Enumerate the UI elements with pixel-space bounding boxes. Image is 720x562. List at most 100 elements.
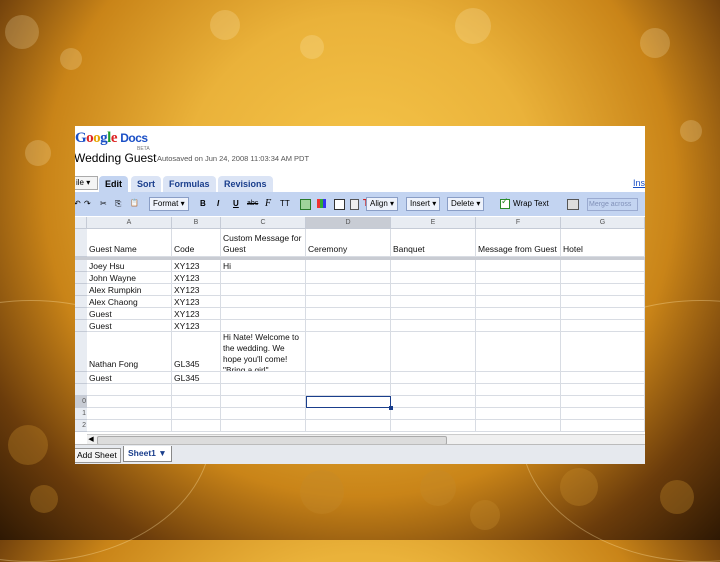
delete-dropdown[interactable]: Delete ▾ (447, 197, 485, 211)
font-icon[interactable]: F (265, 197, 271, 210)
copy-icon[interactable]: ⎘ (115, 197, 121, 210)
table-cell[interactable] (221, 372, 306, 384)
table-cell[interactable] (172, 420, 221, 432)
table-cell[interactable] (476, 320, 561, 332)
table-cell[interactable] (391, 296, 476, 308)
table-cell[interactable] (561, 260, 645, 272)
table-cell[interactable] (561, 396, 645, 408)
table-cell[interactable] (391, 396, 476, 408)
header-cell[interactable]: Guest Name (87, 229, 172, 257)
file-menu-button[interactable]: ile ▾ (75, 176, 98, 190)
table-cell[interactable] (87, 420, 172, 432)
table-cell[interactable] (221, 296, 306, 308)
row-number[interactable] (75, 296, 87, 308)
table-cell[interactable]: John Wayne (87, 272, 172, 284)
table-cell[interactable] (561, 284, 645, 296)
header-cell[interactable]: Message from Guest (476, 229, 561, 257)
column-header-g[interactable]: G (561, 217, 645, 229)
header-cell[interactable]: Banquet (391, 229, 476, 257)
table-cell[interactable] (306, 372, 391, 384)
table-cell[interactable] (221, 320, 306, 332)
table-cell[interactable]: Hi (221, 260, 306, 272)
table-cell[interactable] (476, 420, 561, 432)
table-cell[interactable] (221, 420, 306, 432)
row-number[interactable] (75, 384, 87, 396)
row-number[interactable] (75, 372, 87, 384)
table-cell[interactable]: Guest (87, 320, 172, 332)
table-cell[interactable] (306, 296, 391, 308)
table-cell[interactable]: Hi Nate! Welcome to the wedding. We hope… (221, 332, 306, 372)
table-cell[interactable] (391, 332, 476, 372)
table-cell[interactable]: XY123 (172, 272, 221, 284)
document-title[interactable]: Wedding Guest (75, 151, 157, 165)
grid-corner[interactable] (75, 217, 87, 229)
table-cell[interactable] (561, 308, 645, 320)
wrap-text-checkbox[interactable]: ✓ (500, 196, 510, 209)
row-number[interactable] (75, 284, 87, 296)
table-cell[interactable] (306, 420, 391, 432)
table-cell[interactable] (391, 284, 476, 296)
fill-color-icon[interactable] (317, 199, 326, 208)
table-cell[interactable]: GL345 (172, 332, 221, 372)
table-cell[interactable] (172, 384, 221, 396)
table-cell[interactable] (476, 260, 561, 272)
row-number[interactable] (75, 308, 87, 320)
column-header-f[interactable]: F (476, 217, 561, 229)
table-cell[interactable] (221, 408, 306, 420)
table-cell[interactable] (391, 260, 476, 272)
row-number[interactable]: 2 (75, 420, 87, 432)
table-cell[interactable] (476, 408, 561, 420)
table-cell[interactable]: Joey Hsu (87, 260, 172, 272)
table-cell[interactable] (172, 396, 221, 408)
column-header-c[interactable]: C (221, 217, 306, 229)
table-cell[interactable] (561, 372, 645, 384)
tab-edit[interactable]: Edit (99, 176, 128, 193)
table-cell[interactable] (561, 408, 645, 420)
add-sheet-button[interactable]: Add Sheet (75, 448, 121, 463)
format-dropdown[interactable]: Format ▾ (149, 197, 189, 211)
table-cell[interactable] (561, 272, 645, 284)
table-cell[interactable] (561, 420, 645, 432)
undo-icon[interactable]: ↶ (75, 197, 81, 210)
table-cell[interactable] (476, 332, 561, 372)
header-cell[interactable]: Ceremony (306, 229, 391, 257)
table-cell[interactable]: XY123 (172, 320, 221, 332)
cell-insert-icon[interactable] (350, 199, 359, 210)
table-cell[interactable] (221, 384, 306, 396)
insert-link[interactable]: Ins (633, 178, 645, 188)
merge-across-button[interactable]: Merge across (587, 198, 638, 211)
table-cell[interactable] (306, 272, 391, 284)
table-cell[interactable] (476, 384, 561, 396)
table-cell[interactable] (221, 284, 306, 296)
table-cell[interactable] (391, 272, 476, 284)
table-cell[interactable] (561, 384, 645, 396)
text-color-icon[interactable] (300, 199, 311, 210)
table-cell[interactable] (561, 320, 645, 332)
table-cell[interactable] (391, 372, 476, 384)
table-cell[interactable] (391, 320, 476, 332)
strikethrough-icon[interactable]: abc (247, 197, 258, 210)
table-cell[interactable] (306, 284, 391, 296)
table-cell[interactable] (306, 408, 391, 420)
table-cell[interactable] (476, 284, 561, 296)
table-cell[interactable] (561, 332, 645, 372)
header-cell[interactable]: Hotel (561, 229, 645, 257)
table-cell[interactable]: Nathan Fong (87, 332, 172, 372)
cut-icon[interactable]: ✂ (100, 197, 107, 210)
italic-icon[interactable]: I (217, 197, 219, 210)
column-header-d[interactable]: D (306, 217, 391, 229)
table-cell[interactable] (476, 308, 561, 320)
column-header-b[interactable]: B (172, 217, 221, 229)
table-cell[interactable] (306, 384, 391, 396)
table-cell[interactable] (306, 332, 391, 372)
paste-icon[interactable]: 📋 (130, 197, 139, 210)
table-cell[interactable] (391, 384, 476, 396)
bold-icon[interactable]: B (200, 197, 206, 210)
table-cell[interactable] (391, 308, 476, 320)
row-number[interactable] (75, 260, 87, 272)
table-cell[interactable] (87, 396, 172, 408)
table-cell[interactable] (561, 296, 645, 308)
table-cell[interactable] (476, 372, 561, 384)
table-cell[interactable] (476, 272, 561, 284)
table-cell[interactable] (172, 408, 221, 420)
